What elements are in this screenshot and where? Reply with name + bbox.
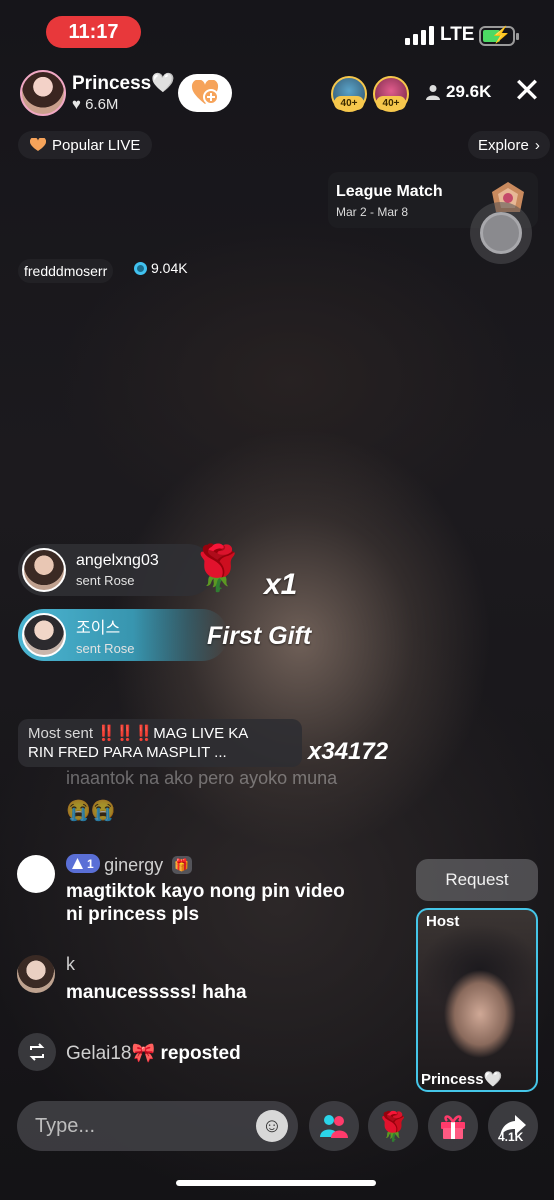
- gift-notification: 조이스 sent Rose: [18, 609, 228, 661]
- comment-input-placeholder: Type...: [35, 1114, 96, 1137]
- gifter-avatar[interactable]: [22, 548, 66, 592]
- gift-action: sent Rose: [76, 573, 135, 588]
- gift-box-icon: [441, 1115, 465, 1139]
- person-icon: [426, 85, 440, 100]
- first-gift-label: First Gift: [207, 622, 312, 650]
- people-icon: [320, 1115, 348, 1138]
- repost-user[interactable]: Gelai18🎀: [66, 1043, 155, 1064]
- repost-arrows-icon: [29, 1043, 45, 1061]
- rose-icon: 🌹: [375, 1110, 411, 1142]
- popular-live-label: Popular LIVE: [52, 136, 141, 154]
- repost-line: Gelai18🎀 reposted: [66, 1041, 241, 1065]
- coin-icon: [134, 261, 147, 275]
- gifter-name: 조이스: [76, 620, 121, 637]
- gift-notification: angelxng03 sent Rose: [18, 544, 214, 596]
- signal-icon: [405, 26, 434, 45]
- gift-mini-icon: 🎁: [171, 856, 192, 874]
- gift-count-label: x1: [264, 568, 298, 601]
- comment-header: 1 ginergy 🎁: [66, 854, 192, 876]
- most-sent-line1: ‼️‼️‼️MAG LIVE KA: [97, 725, 249, 742]
- host-avatar[interactable]: [20, 70, 66, 116]
- gift-action: sent Rose: [76, 641, 135, 656]
- commenter-name[interactable]: ginergy: [104, 855, 163, 875]
- floating-button[interactable]: [470, 202, 532, 264]
- follow-button[interactable]: [178, 74, 232, 112]
- host-video-card[interactable]: [416, 908, 538, 1092]
- live-stream-background: 11:17 LTE ⚡ Princess🤍 ♥ 6.6M 40+ 40+ 29.…: [0, 0, 554, 1200]
- level-value: 1: [87, 856, 94, 871]
- emoji-icon[interactable]: ☺: [256, 1110, 288, 1142]
- repost-icon: [18, 1033, 56, 1071]
- gifter-name: angelxng03: [76, 552, 159, 569]
- home-indicator: [176, 1180, 376, 1186]
- network-label: LTE: [440, 24, 475, 45]
- most-sent-banner[interactable]: Most sent ‼️‼️‼️MAG LIVE KA RIN FRED PAR…: [18, 719, 302, 767]
- comment-text: manucesssss! haha: [66, 982, 247, 1003]
- top-gifter-coins: 9.04K: [134, 260, 188, 276]
- popular-live-pill[interactable]: Popular LIVE: [18, 131, 153, 159]
- coins-value: 9.04K: [151, 260, 188, 276]
- viewer-badge: 40+: [376, 96, 406, 110]
- host-card-name: Princess🤍: [421, 1071, 503, 1088]
- gift-button[interactable]: [428, 1101, 478, 1151]
- rose-gift-button[interactable]: 🌹: [368, 1101, 418, 1151]
- level-badge: 1: [66, 854, 100, 873]
- rose-gift-icon: 🌹: [190, 544, 245, 593]
- close-icon[interactable]: ✕: [510, 74, 544, 110]
- most-sent-lead: Most sent: [28, 725, 94, 742]
- status-time: 11:17: [46, 16, 141, 48]
- host-card-label: Host: [426, 913, 460, 930]
- league-dates: Mar 2 - Mar 8: [336, 205, 409, 219]
- commenter-avatar[interactable]: [17, 955, 55, 993]
- host-likes-value: 6.6M: [85, 96, 119, 113]
- request-button[interactable]: Request: [416, 859, 538, 901]
- host-likes: ♥ 6.6M: [72, 96, 118, 113]
- multi-guest-button[interactable]: [309, 1101, 359, 1151]
- heart-plus-icon: [191, 80, 219, 105]
- share-count: 4.1K: [498, 1130, 524, 1144]
- viewer-count-value: 29.6K: [446, 82, 492, 101]
- explore-label: Explore: [478, 136, 529, 154]
- most-sent-line2: RIN FRED PARA MASPLIT ...: [28, 744, 227, 761]
- chevron-right-icon: ›: [534, 136, 540, 154]
- faded-comment: inaantok na ako pero ayoko muna: [66, 768, 338, 788]
- heart-icon: ♥: [72, 96, 81, 113]
- repost-action: reposted: [160, 1043, 241, 1064]
- battery-icon: ⚡: [479, 26, 519, 46]
- commenter-name[interactable]: k: [66, 954, 75, 975]
- top-gifter-name[interactable]: fredddmoserr: [18, 259, 114, 283]
- faded-comment-emoji: 😭😭: [66, 800, 116, 822]
- most-sent-count: x34172: [308, 738, 389, 765]
- commenter-avatar[interactable]: [17, 855, 55, 893]
- host-name[interactable]: Princess🤍: [72, 71, 175, 95]
- viewer-count[interactable]: 29.6K: [426, 82, 491, 102]
- comment-text: magtiktok kayo nong pin video ni princes…: [66, 881, 345, 925]
- viewer-badge: 40+: [334, 96, 364, 110]
- heart-icon: [30, 138, 46, 151]
- explore-button[interactable]: Explore ›: [468, 131, 550, 159]
- level-icon: [72, 858, 83, 869]
- gifter-avatar[interactable]: [22, 613, 66, 657]
- league-title: League Match: [336, 183, 443, 200]
